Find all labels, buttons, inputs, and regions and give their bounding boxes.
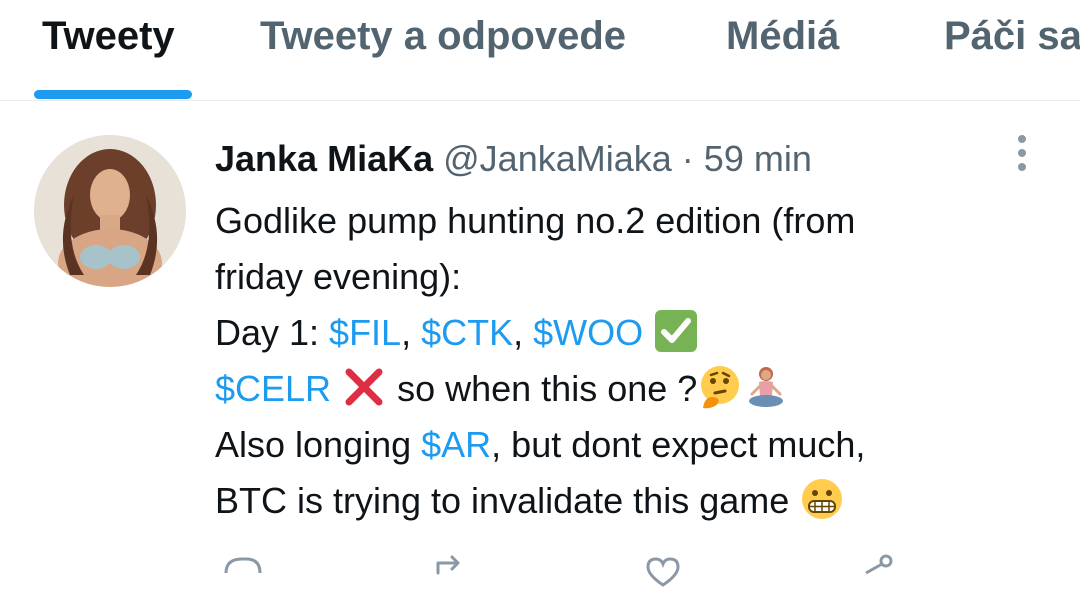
tweet-line: Also longing $AR, but dont expect much, [215,417,1045,473]
profile-tabs: Tweety Tweety a odpovede Médiá Páči sa [0,0,1080,101]
grimacing-face-icon [799,476,845,522]
tweet-line-text: , but dont expect much, [491,424,866,465]
comma: , [513,312,534,353]
tab-tweety[interactable]: Tweety [42,14,175,59]
cashtag-fil[interactable]: $FIL [329,312,401,353]
tweet-line-text: Also longing [215,424,422,465]
author-handle[interactable]: @JankaMiaka [443,138,672,179]
tweet-line-text: BTC is trying to invalidate this game [215,480,800,521]
cashtag-woo[interactable]: $WOO [533,312,643,353]
tweet-line-text: Godlike pump hunting no.2 edition (from [215,200,856,241]
like-icon[interactable] [640,551,686,591]
cashtag-ctk[interactable]: $CTK [421,312,513,353]
share-icon[interactable] [852,551,898,591]
tweet-line-text: so when this one ? [387,368,698,409]
tweet-line: Godlike pump hunting no.2 edition (from [215,193,1045,249]
retweet-icon[interactable] [428,551,474,591]
tweet[interactable]: Janka MiaKa @JankaMiaka · 59 min Godlike… [0,101,1080,587]
tweet-line: Day 1: $FIL, $CTK, $WOO [215,305,1045,361]
tweet-header: Janka MiaKa @JankaMiaka · 59 min [215,137,812,181]
avatar[interactable] [34,135,186,287]
thinking-face-icon [697,364,743,410]
comma: , [401,312,422,353]
tab-tweety-a-odpovede[interactable]: Tweety a odpovede [260,14,626,59]
tweet-line-text: Day 1: [215,312,330,353]
avatar-image [34,135,186,287]
cashtag-celr[interactable]: $CELR [215,368,331,409]
woman-in-lotus-position-icon [743,364,789,410]
tweet-text: Godlike pump hunting no.2 edition (from … [215,193,1045,529]
tweet-line: friday evening): [215,249,1045,305]
reply-icon[interactable] [220,551,266,591]
check-mark-button-icon [653,308,699,354]
tab-paci-sa[interactable]: Páči sa [944,14,1080,59]
tweet-line: BTC is trying to invalidate this game [215,473,1045,529]
tweet-actions [0,541,1080,587]
tweet-line: $CELR so when this one ? [215,361,1045,417]
active-tab-indicator [34,90,192,99]
more-options-icon[interactable] [1004,131,1040,181]
tweet-line-text: friday evening): [215,256,462,297]
cross-mark-icon [341,364,387,410]
cashtag-ar[interactable]: $AR [421,424,491,465]
separator-dot: · [681,138,694,179]
timestamp[interactable]: 59 min [704,138,812,179]
author-name[interactable]: Janka MiaKa [215,138,433,179]
tab-media[interactable]: Médiá [726,14,839,59]
